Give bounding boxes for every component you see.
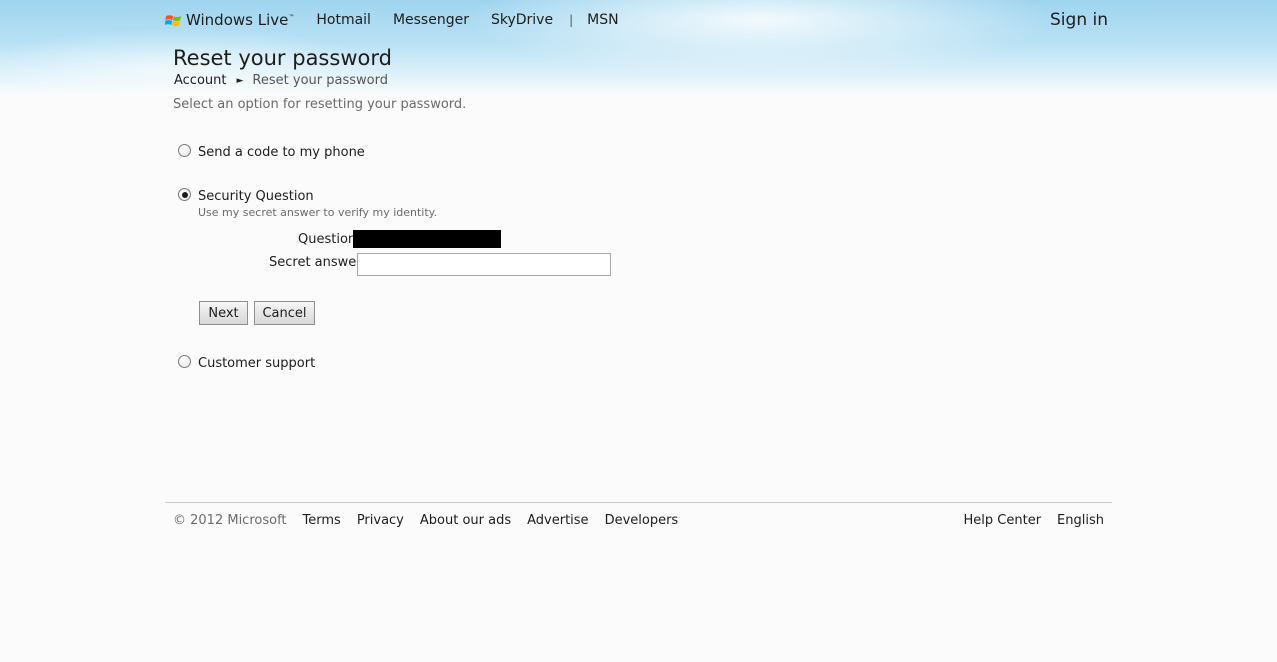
page-title: Reset your password <box>173 46 392 70</box>
secret-answer-label: Secret answer: <box>269 255 366 270</box>
footer-left: © 2012 Microsoft Terms Privacy About our… <box>173 513 694 528</box>
breadcrumb: Account ► Reset your password <box>174 73 388 88</box>
nav-separator: | <box>569 13 574 27</box>
footer-developers-link[interactable]: Developers <box>605 513 679 528</box>
customer-support-radio[interactable] <box>178 355 191 368</box>
nav-skydrive[interactable]: SkyDrive <box>491 12 553 28</box>
phone-option-label[interactable]: Send a code to my phone <box>198 145 365 160</box>
footer-advertise-link[interactable]: Advertise <box>527 513 588 528</box>
footer-divider <box>165 502 1112 503</box>
footer-right: Help Center English <box>948 513 1104 528</box>
nav-hotmail[interactable]: Hotmail <box>316 12 371 28</box>
phone-option-radio[interactable] <box>178 144 191 157</box>
nav-msn[interactable]: MSN <box>587 12 618 28</box>
sign-in-link[interactable]: Sign in <box>1050 10 1108 30</box>
nav-messenger[interactable]: Messenger <box>393 12 469 28</box>
footer-about-ads-link[interactable]: About our ads <box>420 513 511 528</box>
instruction-text: Select an option for resetting your pass… <box>173 97 467 112</box>
breadcrumb-arrow-icon: ► <box>236 75 244 86</box>
brand-name: Windows Live <box>186 11 289 29</box>
copyright-text: © 2012 Microsoft <box>173 513 287 528</box>
windows-live-logo[interactable]: Windows Live ™ <box>165 11 294 29</box>
footer-terms-link[interactable]: Terms <box>303 513 341 528</box>
customer-support-label[interactable]: Customer support <box>198 356 315 371</box>
breadcrumb-account-link[interactable]: Account <box>174 73 227 88</box>
secret-answer-input[interactable] <box>357 253 611 276</box>
top-navigation: Windows Live ™ Hotmail Messenger SkyDrive… <box>165 10 619 30</box>
footer-privacy-link[interactable]: Privacy <box>357 513 404 528</box>
security-question-description: Use my secret answer to verify my identi… <box>198 206 438 219</box>
trademark-symbol: ™ <box>288 13 295 21</box>
security-question-label[interactable]: Security Question <box>198 189 314 204</box>
breadcrumb-current: Reset your password <box>252 73 388 88</box>
question-label: Question: <box>298 232 361 247</box>
next-button[interactable]: Next <box>199 301 248 325</box>
redacted-question <box>353 230 501 248</box>
footer-help-center-link[interactable]: Help Center <box>964 513 1042 528</box>
security-question-radio[interactable] <box>178 188 191 201</box>
footer-language-link[interactable]: English <box>1057 513 1104 528</box>
cancel-button[interactable]: Cancel <box>254 301 315 325</box>
windows-flag-icon <box>165 14 181 26</box>
